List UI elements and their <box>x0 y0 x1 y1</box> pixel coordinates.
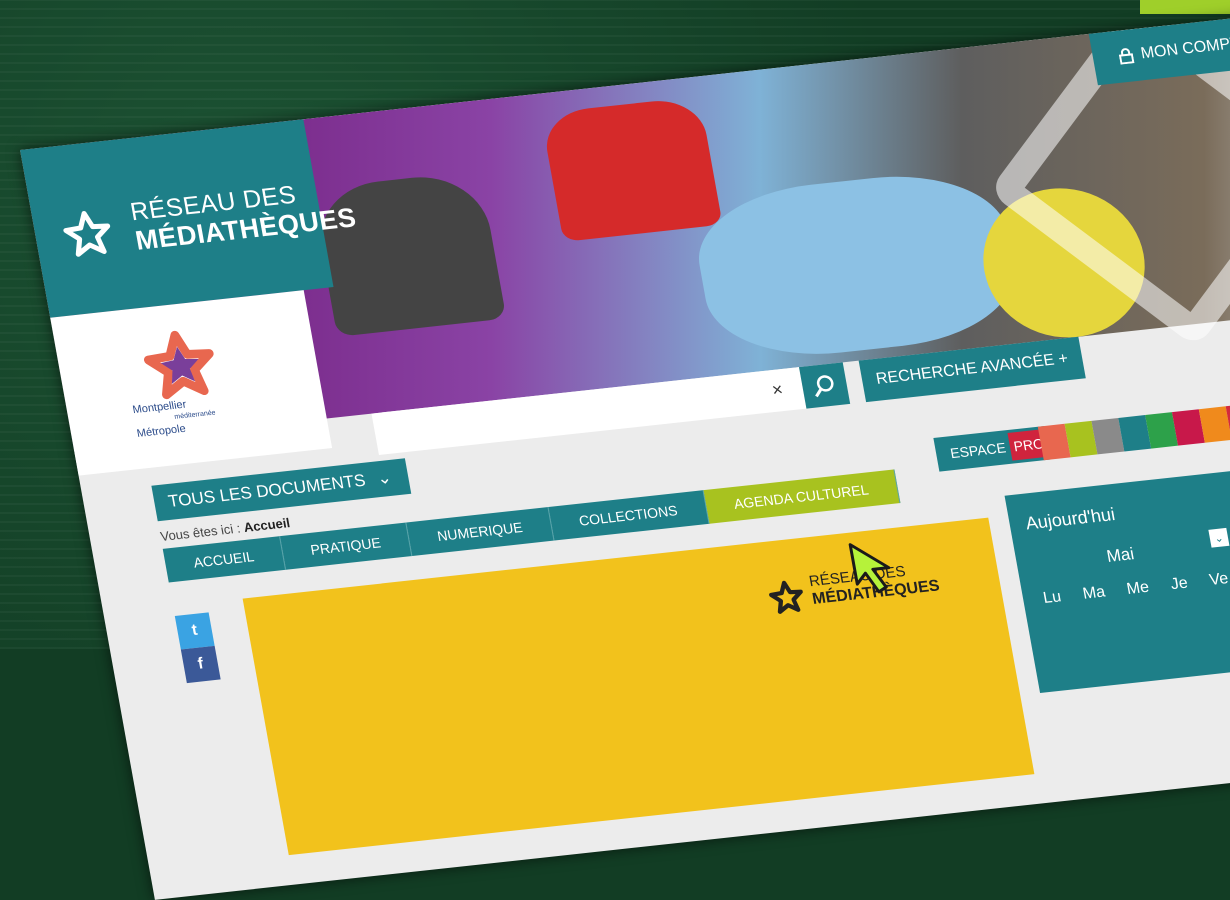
magnifier-icon <box>815 375 834 398</box>
photo-child-right <box>540 96 723 242</box>
weekday-ma: Ma <box>1081 583 1107 603</box>
website-page: RÉSEAU DES MÉDIATHÈQUES Montpellier médi… <box>20 9 1230 900</box>
calendar-year-select[interactable]: ⌄ 2015 ⌄ <box>1208 521 1230 548</box>
search-button[interactable] <box>798 362 851 409</box>
weekday-je: Je <box>1169 574 1190 594</box>
color-swatch-6[interactable] <box>1198 406 1230 443</box>
calendar-month: Mai <box>1105 544 1136 566</box>
espace-label: ESPACE <box>948 439 1008 462</box>
nav-tab-agenda-culturel[interactable]: AGENDA CULTUREL <box>703 469 901 524</box>
calendar-widget: ❮ Aujourd'hui Mai ⌄ 2015 ⌄ Lu Ma Me Je V… <box>1004 455 1230 694</box>
partner-panel[interactable]: Montpellier méditerranée Métropole <box>50 290 333 476</box>
nav-tab-collections[interactable]: COLLECTIONS <box>548 490 710 541</box>
calendar-weekdays: Lu Ma Me Je Ve Sa <box>1042 566 1230 608</box>
calendar-today-link[interactable]: Aujourd'hui <box>1024 504 1117 534</box>
corner-accent <box>1140 0 1230 14</box>
facebook-icon[interactable]: f <box>180 645 221 684</box>
twitter-icon[interactable]: t <box>174 612 215 650</box>
breadcrumb-current[interactable]: Accueil <box>243 515 292 535</box>
account-label: MON COMPTE <box>1139 33 1230 63</box>
month-dropdown-icon[interactable]: ⌄ <box>1208 527 1230 548</box>
weekday-me: Me <box>1125 578 1151 598</box>
nav-tab-pratique[interactable]: PRATIQUE <box>279 522 413 570</box>
partner-logo-text: Montpellier méditerranée Métropole <box>132 396 219 440</box>
metropole-logo-icon <box>143 330 214 400</box>
star-logo-icon <box>63 210 111 257</box>
banner-star-icon <box>769 580 803 614</box>
document-type-label: TOUS LES DOCUMENTS <box>166 470 367 511</box>
nav-tab-numerique[interactable]: NUMERIQUE <box>406 507 555 556</box>
lock-icon <box>1118 48 1135 65</box>
partner-line3: Métropole <box>135 422 187 440</box>
photo-child-left <box>310 170 507 337</box>
chevron-down-icon: ⌄ <box>375 467 394 489</box>
color-swatches <box>1037 395 1230 461</box>
photo-pillow <box>687 164 1026 366</box>
nav-tab-accueil[interactable]: ACCUEIL <box>162 536 286 583</box>
weekday-lu: Lu <box>1041 588 1063 607</box>
weekday-ve: Ve <box>1208 570 1230 589</box>
clear-search-button[interactable]: × <box>770 379 784 401</box>
document-type-select[interactable]: TOUS LES DOCUMENTS ⌄ <box>151 458 412 522</box>
site-logo[interactable]: RÉSEAU DES MÉDIATHÈQUES <box>20 119 359 318</box>
espace-pro-link[interactable]: ESPACE PRO <box>933 425 1051 472</box>
promo-banner[interactable]: RÉSEAU DES MÉDIATHÈQUES <box>242 517 1035 856</box>
social-links: t f <box>174 612 221 684</box>
breadcrumb-prefix: Vous êtes ici : <box>159 520 242 544</box>
